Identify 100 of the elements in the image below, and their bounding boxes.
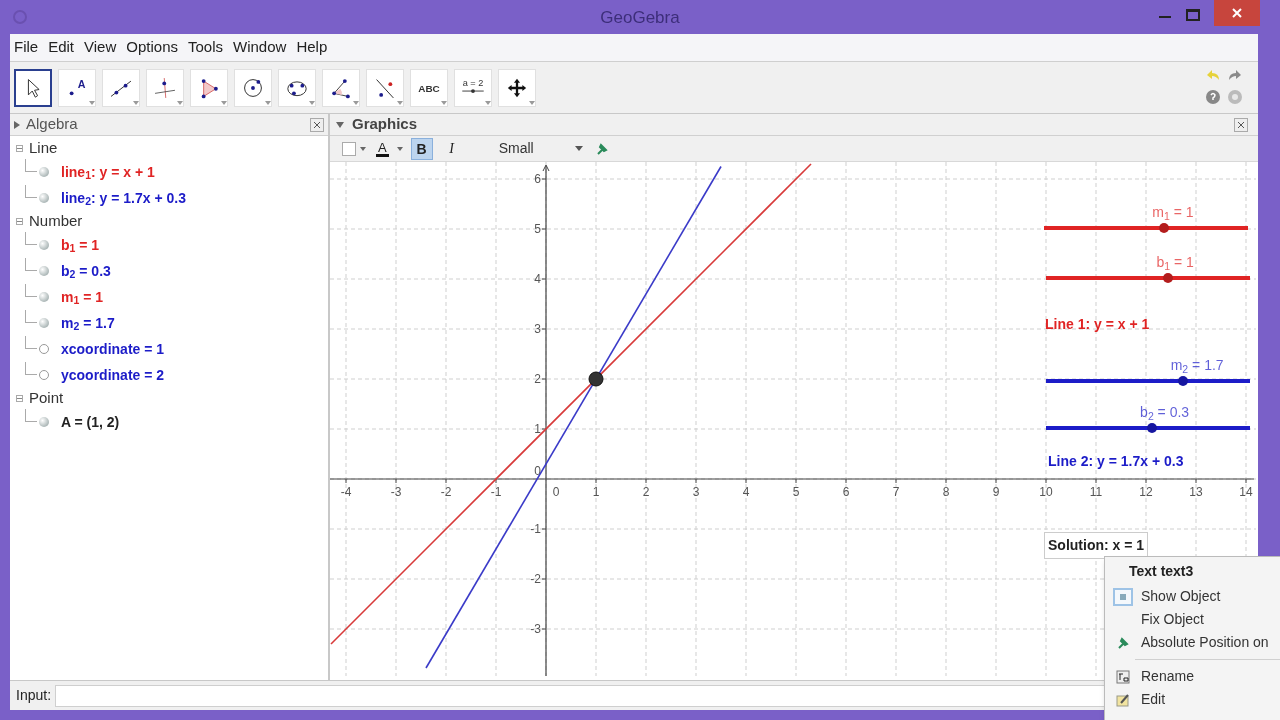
axis-label: 3 xyxy=(692,485,700,499)
canvas-text[interactable]: Line 2: y = 1.7x + 0.3 xyxy=(1048,451,1184,472)
collapse-icon[interactable] xyxy=(16,145,23,152)
axis-label: 4 xyxy=(534,272,541,286)
slider-track[interactable] xyxy=(1046,379,1250,383)
reflect-tool-button[interactable] xyxy=(366,68,404,107)
slider-label: m$_{2}$ = 1.7 xyxy=(1170,356,1224,376)
algebra-entry[interactable]: m$_{1}$ = 1 xyxy=(61,286,104,308)
menu-item-label: Edit xyxy=(1141,690,1166,709)
algebra-entry[interactable]: xcoordinate = 1 xyxy=(61,338,165,360)
caret-icon xyxy=(221,100,227,105)
point-style-icon xyxy=(342,141,356,156)
italic-button[interactable]: I xyxy=(440,137,463,160)
line-tool-button[interactable] xyxy=(102,68,140,107)
caret-icon xyxy=(177,100,183,105)
axis-label: 2 xyxy=(534,372,541,386)
collapse-icon[interactable] xyxy=(336,121,344,128)
pin-icon xyxy=(1116,635,1130,650)
axis-label: 6 xyxy=(534,172,541,186)
axis-label: -1 xyxy=(530,522,541,536)
axis-label: 1 xyxy=(534,422,541,436)
menu-item[interactable]: Edit xyxy=(1105,688,1280,711)
polygon-tool-button[interactable] xyxy=(190,68,228,107)
algebra-entry[interactable]: b$_{1}$ = 1 xyxy=(61,234,100,256)
canvas-text[interactable]: Line 1: y = x + 1 xyxy=(1045,314,1150,335)
group-heading: Line xyxy=(29,138,58,159)
axis-label: 9 xyxy=(992,485,1000,499)
axis-label: -3 xyxy=(390,485,402,499)
text-tool-button[interactable]: ABC xyxy=(410,68,448,107)
text-size-dropdown[interactable]: Small xyxy=(498,138,583,159)
checkbox-icon xyxy=(1113,587,1133,606)
slider-track[interactable] xyxy=(1044,226,1248,230)
menu-item[interactable]: File xyxy=(14,36,39,59)
caret-icon xyxy=(397,100,403,105)
menu-item[interactable]: Absolute Position on xyxy=(1105,631,1280,654)
menu-item[interactable]: Options xyxy=(126,36,178,59)
slider-thumb[interactable] xyxy=(1177,376,1188,386)
menu-title: Text text3 xyxy=(1128,561,1195,581)
app-icon xyxy=(12,9,28,25)
menu-item[interactable]: View xyxy=(84,36,117,59)
angle-tool-button[interactable] xyxy=(322,68,360,107)
move-tool-button[interactable] xyxy=(14,68,52,107)
caret-icon xyxy=(265,100,271,105)
help-icon[interactable] xyxy=(1204,88,1222,106)
circle-tool-button[interactable] xyxy=(234,68,272,107)
menu-item[interactable]: Show Object xyxy=(1105,585,1280,608)
bold-button[interactable]: B xyxy=(410,137,433,160)
slider-thumb[interactable] xyxy=(1163,273,1174,283)
algebra-entry[interactable]: line$_{2}$: y = 1.7x + 0.3 xyxy=(61,187,186,209)
origin-label: 0 xyxy=(534,464,541,478)
menu-item[interactable]: Rename xyxy=(1105,665,1280,688)
close-button[interactable] xyxy=(1214,0,1260,26)
conic-tool-button[interactable] xyxy=(278,68,316,107)
collapse-icon[interactable] xyxy=(16,218,23,225)
axis-label: 12 xyxy=(1139,485,1153,499)
axis-label: -2 xyxy=(440,485,452,499)
algebra-entry[interactable]: m$_{2}$ = 1.7 xyxy=(61,312,115,334)
algebra-entry[interactable]: line$_{1}$: y = x + 1 xyxy=(61,161,155,183)
caret-icon xyxy=(309,100,315,105)
caret-icon xyxy=(133,100,139,105)
point-marker[interactable] xyxy=(588,371,604,387)
slider-thumb[interactable] xyxy=(1147,423,1158,433)
menu-item[interactable]: Tools xyxy=(188,36,223,59)
axis-label: 7 xyxy=(892,485,900,499)
algebra-entry[interactable]: ycoordinate = 2 xyxy=(61,364,165,386)
axis-label: 5 xyxy=(792,485,800,499)
slider-track[interactable] xyxy=(1046,426,1250,430)
perpendicular-tool-button[interactable] xyxy=(146,68,184,107)
axis-label: 14 xyxy=(1239,485,1253,499)
close-icon xyxy=(314,121,320,128)
slider-track[interactable] xyxy=(1046,276,1250,280)
menu-item-label: Fix Object xyxy=(1141,610,1204,629)
axis-label: 8 xyxy=(942,485,950,499)
close-button[interactable] xyxy=(310,117,324,132)
move-view-tool-button[interactable] xyxy=(498,68,536,107)
menu-item-label: Rename xyxy=(1141,667,1194,686)
menu-item-label: Show Object xyxy=(1141,587,1221,606)
menu-item[interactable]: Edit xyxy=(48,36,75,59)
menu-item[interactable]: Fix Object xyxy=(1105,608,1280,631)
slider-thumb[interactable] xyxy=(1159,223,1170,233)
close-button[interactable] xyxy=(1234,117,1248,132)
collapse-icon[interactable] xyxy=(14,120,20,129)
menu-item[interactable]: Help xyxy=(296,36,328,59)
text-color-button[interactable]: A xyxy=(376,140,389,157)
slider-tool-button[interactable]: a = 2 xyxy=(454,68,492,107)
collapse-icon[interactable] xyxy=(16,395,23,402)
axis-label: 5 xyxy=(534,222,541,236)
menu-item-label: Absolute Position on xyxy=(1141,633,1269,652)
point-style-button[interactable] xyxy=(340,141,368,156)
caret-icon xyxy=(485,100,491,105)
solution-text[interactable]: Solution: x = 1 xyxy=(1044,532,1149,559)
caret-icon xyxy=(574,146,583,151)
axis-label: -1 xyxy=(490,485,502,499)
point-tool-button[interactable]: A xyxy=(58,68,96,107)
close-icon xyxy=(1232,8,1242,18)
algebra-entry[interactable]: b$_{2}$ = 0.3 xyxy=(61,260,111,282)
algebra-entry[interactable]: A = (1, 2) xyxy=(61,411,120,433)
axis-label: 2 xyxy=(642,485,650,499)
caret-icon[interactable] xyxy=(396,146,403,151)
menu-item[interactable]: Window xyxy=(233,36,287,59)
